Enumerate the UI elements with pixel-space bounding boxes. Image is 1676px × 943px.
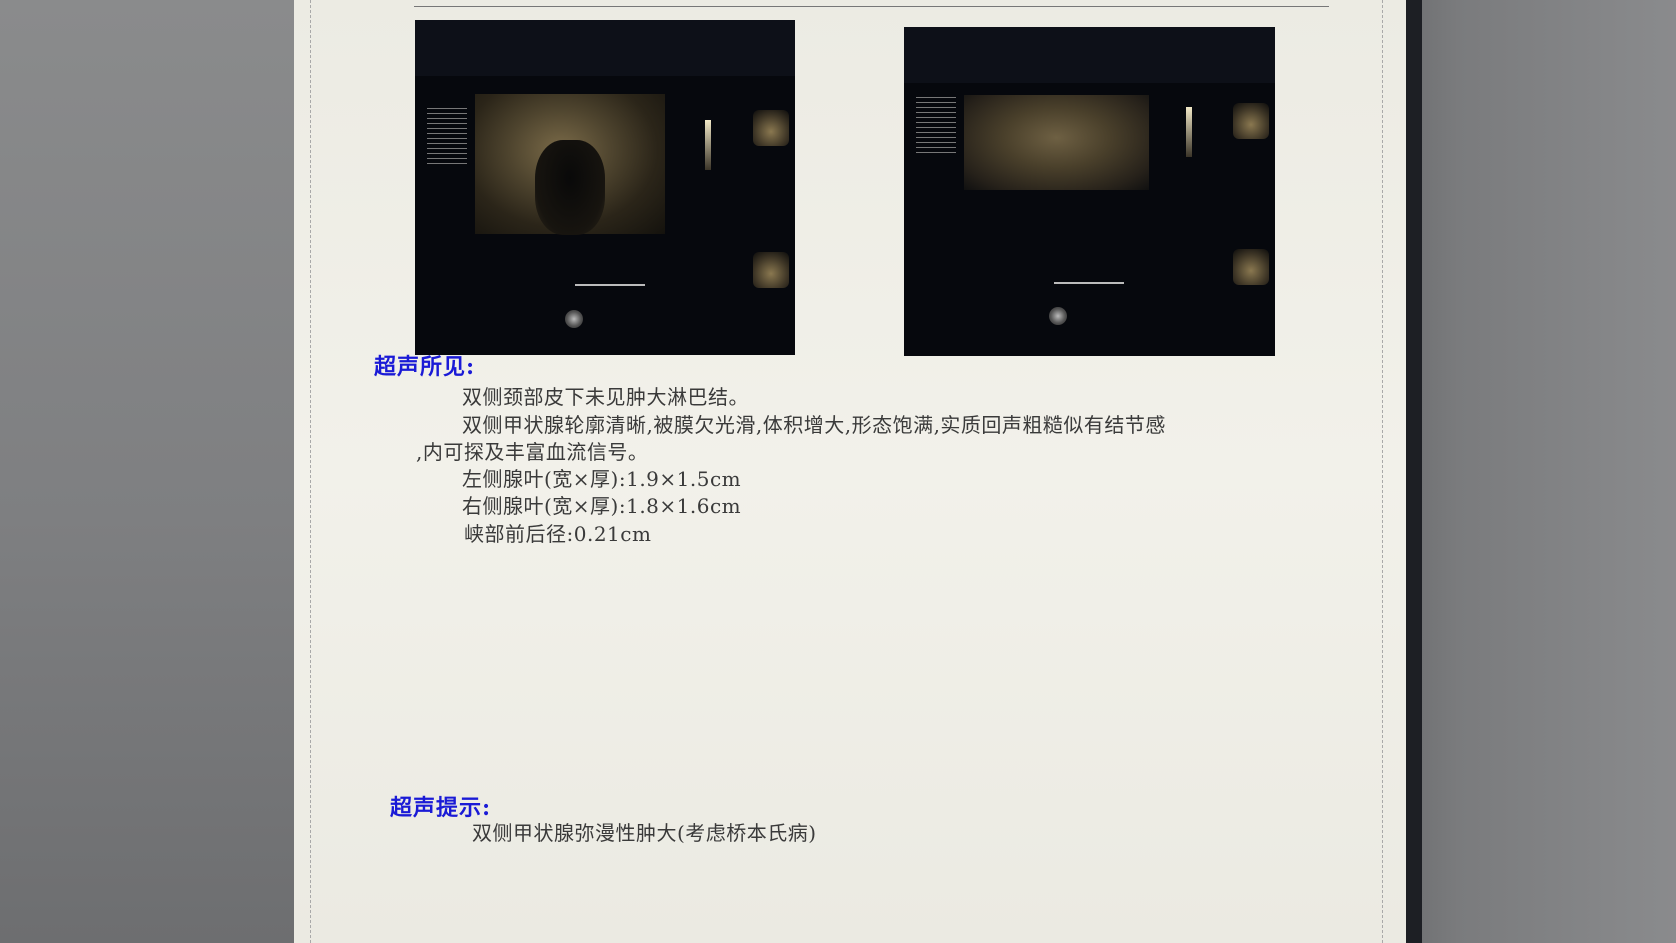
ultrasound-thumbnail-bottom: [753, 252, 789, 288]
findings-line: 右侧腺叶(宽×厚):1.8×1.6cm: [462, 494, 742, 518]
depth-scale-bar: [1054, 282, 1124, 284]
header-rule: [414, 6, 1329, 7]
findings-title: 超声所见:: [374, 354, 476, 380]
parameter-readout: [427, 108, 467, 168]
ultrasound-thumbnail-top: [1233, 103, 1269, 139]
findings-line: 左侧腺叶(宽×厚):1.9×1.5cm: [462, 467, 742, 491]
ultrasound-thumbnail-bottom: [1233, 249, 1269, 285]
probe-icon: [1049, 307, 1067, 325]
ultrasound-topbar: [904, 27, 1275, 83]
findings-line: 双侧甲状腺轮廓清晰,被膜欠光滑,体积增大,形态饱满,实质回声粗糙似有结节感: [462, 413, 1166, 437]
ultrasound-scan-area: [964, 95, 1149, 190]
monitor-bezel: [1404, 0, 1422, 943]
probe-icon: [565, 310, 583, 328]
grayscale-bar: [705, 120, 711, 170]
findings-line: 峡部前后径:0.21cm: [464, 522, 652, 546]
impression-line: 双侧甲状腺弥漫性肿大(考虑桥本氏病): [472, 821, 817, 845]
report-page: 超声所见: 双侧颈部皮下未见肿大淋巴结。 双侧甲状腺轮廓清晰,被膜欠光滑,体积增…: [294, 0, 1406, 943]
page-margin-right: [1382, 0, 1383, 943]
page-margin-left: [310, 0, 311, 943]
ultrasound-thumbnail-top: [753, 110, 789, 146]
parameter-readout: [916, 97, 956, 157]
depth-scale-bar: [575, 284, 645, 286]
ultrasound-topbar: [415, 20, 795, 76]
impression-title: 超声提示:: [390, 795, 492, 821]
findings-line: 双侧颈部皮下未见肿大淋巴结。: [462, 385, 749, 409]
findings-line: ,内可探及丰富血流信号。: [416, 440, 649, 464]
ultrasound-trachea-shadow: [535, 140, 605, 235]
ultrasound-image-right: [904, 27, 1275, 356]
ultrasound-image-left: [415, 20, 795, 355]
grayscale-bar: [1186, 107, 1192, 157]
monitor-background-left: [0, 0, 295, 943]
monitor-background-right: [1385, 0, 1676, 943]
